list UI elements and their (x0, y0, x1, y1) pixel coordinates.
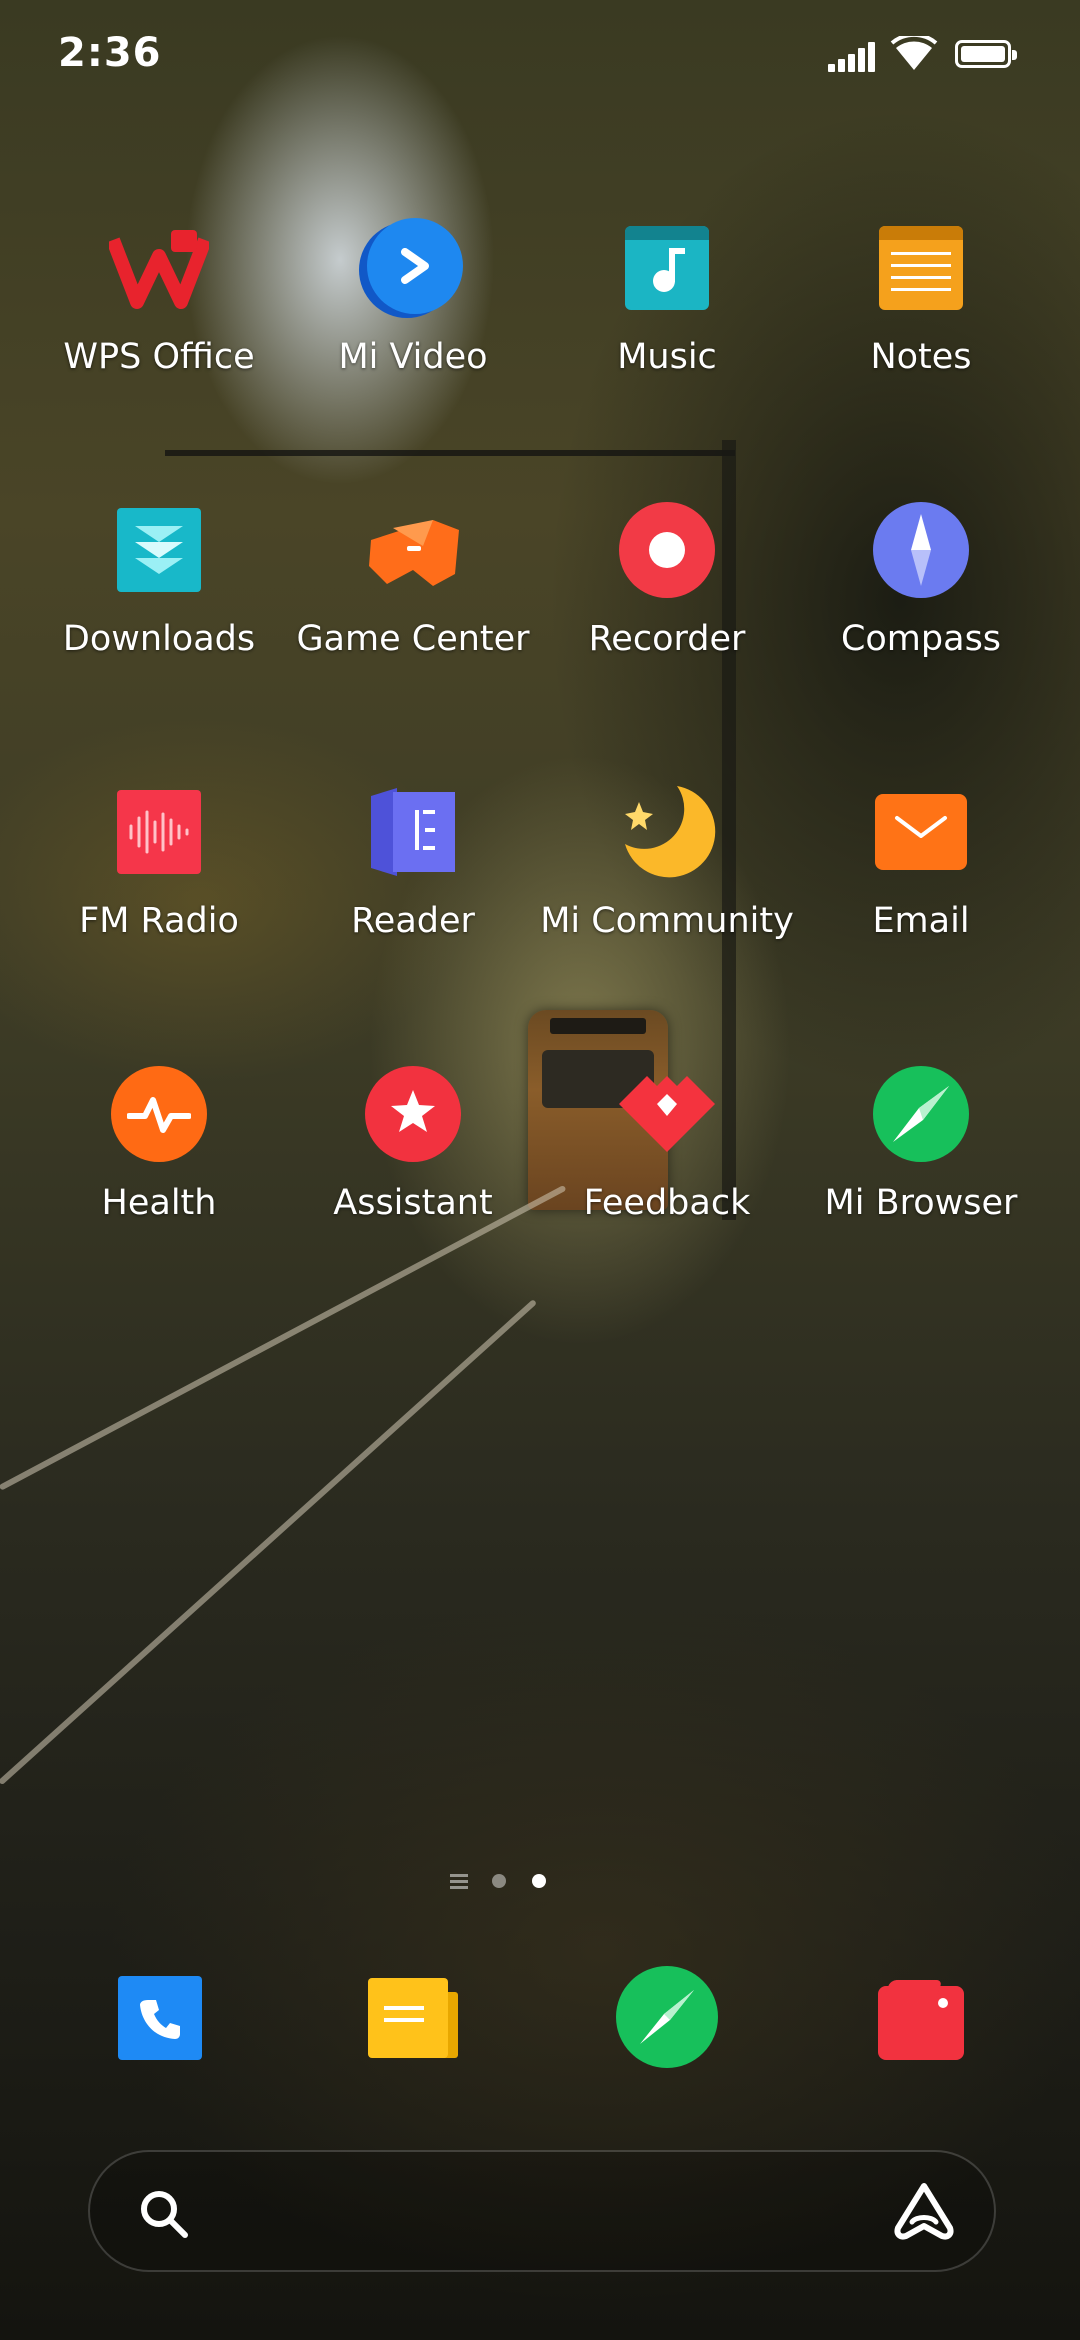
search-icon[interactable] (138, 2188, 190, 2240)
page-dot-2-active[interactable] (532, 1874, 546, 1888)
page-dot-1[interactable] (492, 1874, 506, 1888)
app-label: WPS Office (63, 337, 255, 377)
feedback-icon (617, 1064, 717, 1164)
app-label: FM Radio (79, 901, 239, 941)
mi-community-icon (617, 782, 717, 882)
fm-radio-icon (109, 782, 209, 882)
app-health[interactable]: Health (32, 1064, 286, 1224)
dock-security[interactable] (866, 1962, 976, 2072)
signal-icon (828, 40, 880, 72)
app-game-center[interactable]: Game Center (286, 500, 540, 660)
dock-messages[interactable] (358, 1962, 468, 2072)
app-assistant[interactable]: Assistant (286, 1064, 540, 1224)
game-center-icon (363, 500, 463, 600)
dock-phone[interactable] (104, 1962, 214, 2072)
app-mi-browser[interactable]: Mi Browser (794, 1064, 1048, 1224)
wifi-icon (890, 36, 938, 70)
email-icon (871, 782, 971, 882)
app-label: Music (617, 337, 717, 377)
app-mi-video[interactable]: Mi Video (286, 218, 540, 378)
app-mi-community[interactable]: Mi Community (540, 782, 794, 942)
app-recorder[interactable]: Recorder (540, 500, 794, 660)
messages-icon (368, 1972, 460, 2064)
assistant-icon[interactable] (892, 2182, 956, 2242)
security-icon (878, 1976, 964, 2060)
app-feedback[interactable]: Feedback (540, 1064, 794, 1224)
assistant-app-icon (363, 1064, 463, 1164)
app-label: Downloads (62, 619, 256, 659)
app-label: Mi Video (338, 337, 488, 377)
recorder-icon (617, 500, 717, 600)
app-music[interactable]: Music (540, 218, 794, 378)
app-label: Mi Community (540, 901, 794, 941)
music-icon (617, 218, 717, 318)
browser-icon (616, 1966, 718, 2068)
search-bar[interactable] (88, 2150, 996, 2272)
app-email[interactable]: Email (794, 782, 1048, 942)
dock-browser[interactable] (612, 1962, 722, 2072)
app-fm-radio[interactable]: FM Radio (32, 782, 286, 942)
app-label: Compass (840, 619, 1002, 659)
compass-icon (871, 500, 971, 600)
battery-icon (955, 40, 1017, 68)
app-label: Reader (351, 901, 475, 941)
app-wps-office[interactable]: WPS Office (32, 218, 286, 378)
app-downloads[interactable]: Downloads (32, 500, 286, 660)
app-notes[interactable]: Notes (794, 218, 1048, 378)
app-label: Feedback (583, 1183, 751, 1223)
app-label: Email (872, 901, 970, 941)
phone-icon (118, 1976, 202, 2060)
status-bar: 2:36 (0, 0, 1080, 110)
page-indicator[interactable] (450, 1872, 630, 1892)
health-icon (109, 1064, 209, 1164)
app-label: Recorder (588, 619, 746, 659)
reader-icon (363, 782, 463, 882)
mi-browser-icon (871, 1064, 971, 1164)
page-menu-icon (450, 1874, 468, 1889)
status-time: 2:36 (58, 30, 162, 76)
app-label: Health (101, 1183, 217, 1223)
app-compass[interactable]: Compass (794, 500, 1048, 660)
wps-office-icon (106, 218, 212, 318)
app-label: Notes (870, 337, 972, 377)
app-label: Mi Browser (824, 1183, 1018, 1223)
notes-icon (871, 218, 971, 318)
app-label: Assistant (333, 1183, 493, 1223)
mi-video-icon (359, 218, 463, 318)
app-label: Game Center (296, 619, 530, 659)
downloads-icon (109, 500, 209, 600)
app-reader[interactable]: Reader (286, 782, 540, 942)
